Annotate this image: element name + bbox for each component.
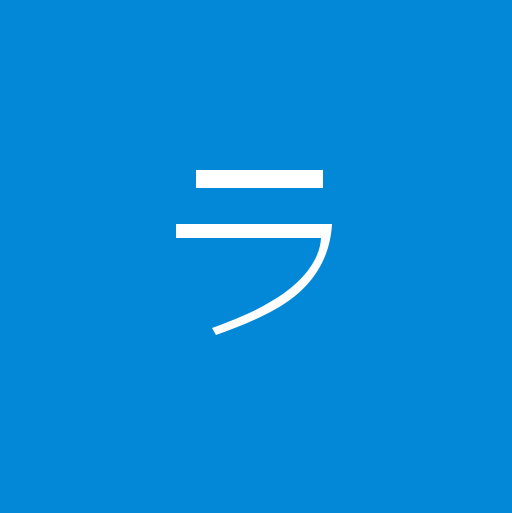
avatar-initial-glyph [0, 0, 512, 512]
initial-top-stroke [196, 170, 323, 188]
avatar: ラ [0, 0, 512, 512]
avatar-background [0, 0, 512, 512]
